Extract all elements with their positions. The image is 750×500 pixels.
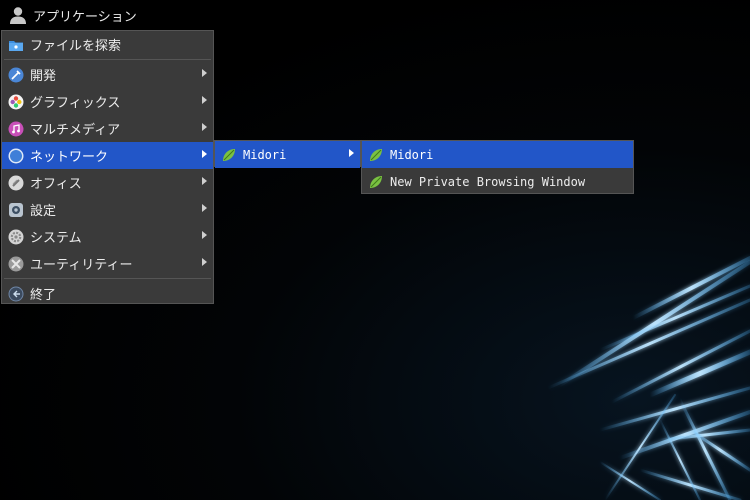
applications-menu-label: アプリケーション: [33, 9, 137, 25]
menu-item-search-files[interactable]: ファイルを探索: [2, 31, 213, 58]
menu-item-label: グラフィックス: [30, 96, 121, 111]
menu-item-network[interactable]: ネットワーク: [2, 142, 213, 169]
submenu-arrow-icon: [202, 150, 207, 158]
applications-menu-button[interactable]: アプリケーション: [0, 0, 180, 30]
menu-item-label: システム: [30, 231, 82, 246]
menu-item-label: 設定: [30, 204, 57, 219]
menu-item-label: オフィス: [30, 177, 82, 192]
menu-item-label: ネットワーク: [30, 150, 109, 165]
utilities-icon: [8, 256, 24, 272]
submenu-arrow-icon: [349, 149, 354, 157]
menu-item-label: マルチメディア: [30, 123, 121, 138]
menu-item-midori-launch[interactable]: Midori: [362, 141, 633, 168]
applications-menu: ファイルを探索 開発 グラフィックス マルチメディア ネットワーク オフィス 設…: [1, 30, 214, 304]
menu-item-label: Midori: [243, 147, 287, 162]
submenu-arrow-icon: [202, 123, 207, 131]
network-submenu: Midori: [214, 140, 361, 168]
menu-item-label: ファイルを探索: [30, 39, 122, 54]
desktop: アプリケーション ファイルを探索 開発 グラフィックス マルチメディア ネットワ…: [0, 0, 750, 500]
folder-search-icon: [8, 37, 24, 53]
midori-icon: [221, 147, 237, 163]
settings-icon: [8, 202, 24, 218]
submenu-arrow-icon: [202, 204, 207, 212]
menu-item-office[interactable]: オフィス: [2, 169, 213, 196]
logout-icon: [8, 286, 24, 302]
system-icon: [8, 229, 24, 245]
menu-item-utilities[interactable]: ユーティリティー: [2, 250, 213, 277]
menu-item-label: ユーティリティー: [30, 258, 133, 273]
development-icon: [8, 67, 24, 83]
office-icon: [8, 175, 24, 191]
submenu-arrow-icon: [202, 96, 207, 104]
graphics-icon: [8, 94, 24, 110]
menu-item-development[interactable]: 開発: [2, 61, 213, 88]
menu-item-label: 終了: [30, 288, 57, 303]
multimedia-icon: [8, 121, 24, 137]
submenu-arrow-icon: [202, 69, 207, 77]
menu-item-midori[interactable]: Midori: [215, 141, 360, 168]
midori-submenu: Midori New Private Browsing Window: [361, 140, 634, 194]
menu-item-system[interactable]: システム: [2, 223, 213, 250]
menu-item-private-window[interactable]: New Private Browsing Window: [362, 168, 633, 195]
midori-icon: [368, 147, 384, 163]
menu-item-graphics[interactable]: グラフィックス: [2, 88, 213, 115]
menu-item-settings[interactable]: 設定: [2, 196, 213, 223]
submenu-arrow-icon: [202, 177, 207, 185]
user-icon: [10, 7, 26, 24]
submenu-arrow-icon: [202, 231, 207, 239]
midori-icon: [368, 174, 384, 190]
menu-item-label: New Private Browsing Window: [390, 174, 586, 189]
network-icon: [8, 148, 24, 164]
submenu-arrow-icon: [202, 258, 207, 266]
menu-item-multimedia[interactable]: マルチメディア: [2, 115, 213, 142]
menu-item-logout[interactable]: 終了: [2, 280, 213, 307]
menu-item-label: Midori: [390, 147, 434, 162]
menu-item-label: 開発: [30, 69, 57, 84]
